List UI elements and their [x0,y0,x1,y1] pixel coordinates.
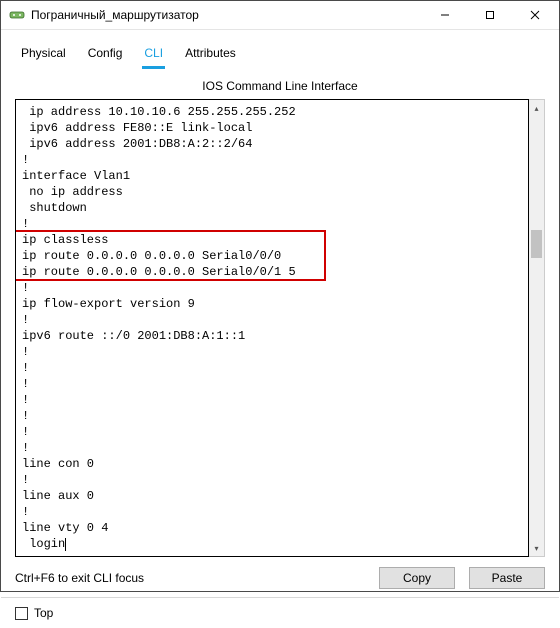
tab-bar: Physical Config CLI Attributes [15,42,545,69]
cli-line: ! [22,440,522,456]
cli-line: ! [22,360,522,376]
cli-line: ip flow-export version 9 [22,296,522,312]
router-icon [9,7,25,23]
cli-line: ! [22,472,522,488]
cli-hint: Ctrl+F6 to exit CLI focus [15,571,365,585]
content-area: Physical Config CLI Attributes IOS Comma… [1,30,559,597]
cli-line: ip classless [22,232,522,248]
cli-line: ! [22,424,522,440]
paste-button[interactable]: Paste [469,567,545,589]
tab-config[interactable]: Config [86,42,125,68]
top-label: Top [34,606,53,620]
cli-line: line vty 0 4 [22,520,522,536]
cli-terminal[interactable]: ip address 10.10.10.6 255.255.255.252 ip… [15,99,529,557]
cli-line: ipv6 address FE80::E link-local [22,120,522,136]
tab-attributes[interactable]: Attributes [183,42,238,68]
cli-heading: IOS Command Line Interface [15,79,545,93]
window-controls [422,1,557,29]
close-button[interactable] [512,1,557,29]
app-window: Пограничный_маршрутизатор Physical Confi… [0,0,560,592]
maximize-button[interactable] [467,1,512,29]
scroll-thumb[interactable] [531,230,542,258]
cli-line: login [22,536,522,552]
minimize-button[interactable] [422,1,467,29]
button-row: Ctrl+F6 to exit CLI focus Copy Paste [15,567,545,589]
cli-line: ! [22,280,522,296]
cli-line: ! [22,408,522,424]
tab-physical[interactable]: Physical [19,42,68,68]
cli-line: ip route 0.0.0.0 0.0.0.0 Serial0/0/1 5 [22,264,522,280]
cli-line: line con 0 [22,456,522,472]
cli-line: ! [22,376,522,392]
titlebar: Пограничный_маршрутизатор [1,1,559,30]
cli-line: line aux 0 [22,488,522,504]
cli-line: shutdown [22,200,522,216]
terminal-container: ip address 10.10.10.6 255.255.255.252 ip… [15,99,545,557]
cli-line: ip address 10.10.10.6 255.255.255.252 [22,104,522,120]
cli-line: ! [22,312,522,328]
cli-line: ! [22,216,522,232]
cli-line: ! [22,152,522,168]
scroll-up-icon[interactable]: ▴ [529,100,544,116]
cli-line: ipv6 route ::/0 2001:DB8:A:1::1 [22,328,522,344]
cli-line: no ip address [22,184,522,200]
scroll-down-icon[interactable]: ▾ [529,540,544,556]
top-checkbox[interactable] [15,607,28,620]
cli-line: ! [22,344,522,360]
cli-line: interface Vlan1 [22,168,522,184]
copy-button[interactable]: Copy [379,567,455,589]
footer: Top [1,597,559,628]
cli-line: ! [22,504,522,520]
cli-line: ip route 0.0.0.0 0.0.0.0 Serial0/0/0 [22,248,522,264]
scrollbar[interactable]: ▴ ▾ [529,99,545,557]
cli-line: ! [22,392,522,408]
window-title: Пограничный_маршрутизатор [31,8,422,22]
cli-line: ipv6 address 2001:DB8:A:2::2/64 [22,136,522,152]
tab-cli[interactable]: CLI [142,42,165,69]
